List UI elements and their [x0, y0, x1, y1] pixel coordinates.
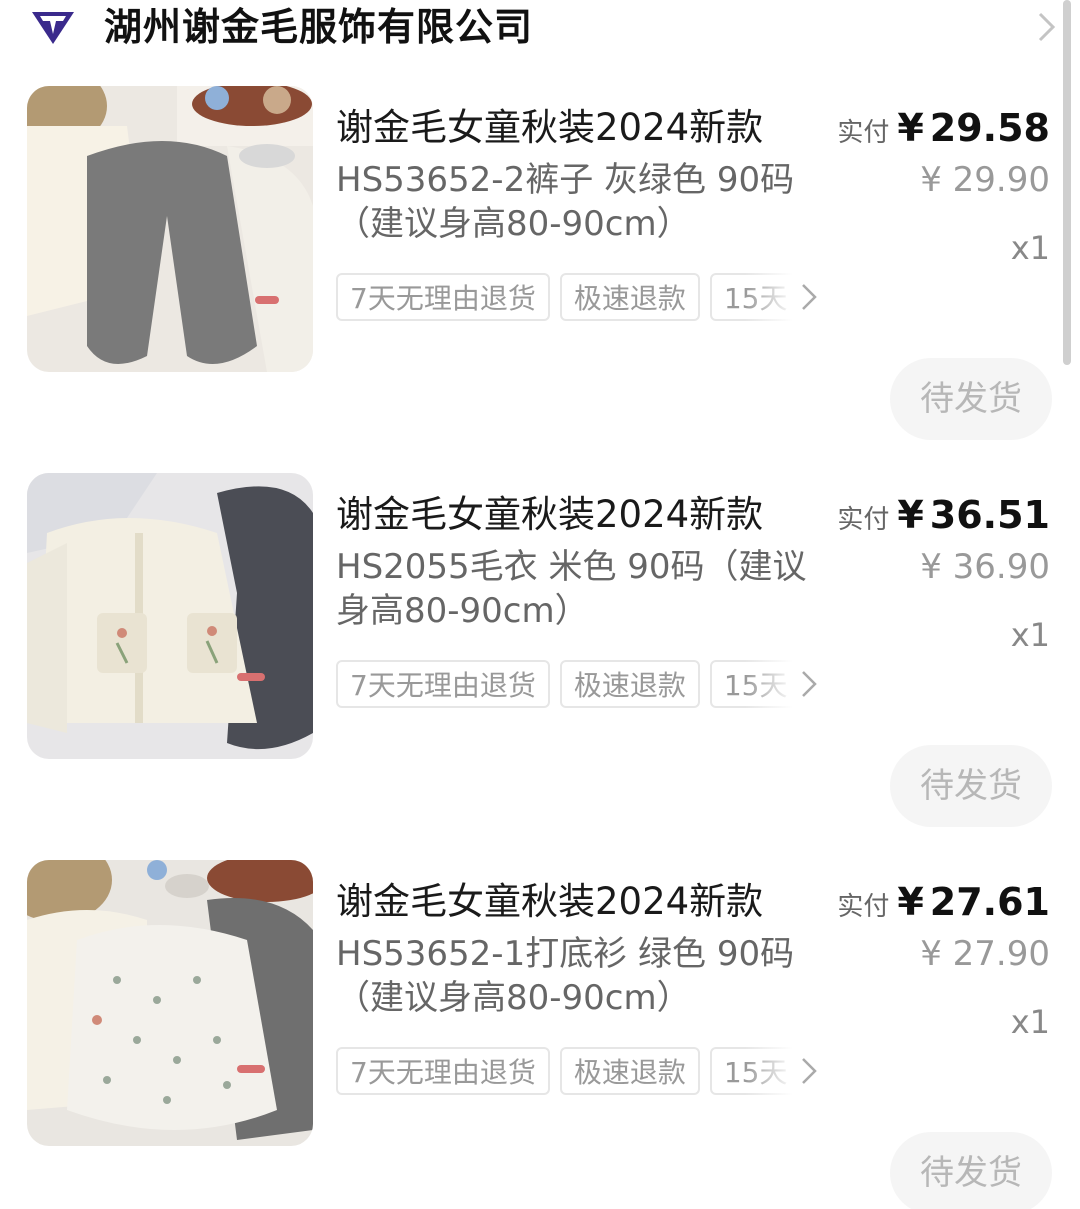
product-thumbnail[interactable] — [27, 86, 313, 372]
order-item[interactable]: 谢金毛女童秋装2024新款 HS2055毛衣 米色 90码（建议身高80-90c… — [0, 473, 1080, 853]
status-button[interactable]: 待发货 — [890, 745, 1052, 827]
tag-7day-return: 7天无理由退货 — [336, 660, 550, 708]
paid-price: 实付 ¥29.58 — [837, 102, 1050, 162]
paid-amount: 36.51 — [929, 493, 1050, 537]
original-price: ¥ 29.90 — [920, 160, 1050, 200]
tag-fast-refund: 极速退款 — [559, 1047, 700, 1095]
status-button[interactable]: 待发货 — [890, 1132, 1052, 1209]
original-price: ¥ 36.90 — [920, 547, 1050, 587]
tag-fast-refund: 极速退款 — [559, 660, 700, 708]
quantity: x1 — [1010, 229, 1050, 267]
quantity: x1 — [1010, 1003, 1050, 1041]
order-item[interactable]: 谢金毛女童秋装2024新款 HS53652-2裤子 灰绿色 90码（建议身高80… — [0, 86, 1080, 466]
chevron-right-icon[interactable] — [1036, 10, 1058, 44]
tag-7day-return: 7天无理由退货 — [336, 1047, 550, 1095]
product-thumbnail[interactable] — [27, 473, 313, 759]
currency-symbol: ¥ — [897, 106, 924, 150]
diamond-t-logo-icon — [32, 12, 74, 44]
paid-amount: 29.58 — [929, 106, 1050, 150]
paid-label: 实付 — [837, 505, 890, 535]
product-title[interactable]: 谢金毛女童秋装2024新款 — [336, 876, 763, 928]
original-price: ¥ 27.90 — [920, 934, 1050, 974]
product-title[interactable]: 谢金毛女童秋装2024新款 — [336, 489, 763, 541]
product-title[interactable]: 谢金毛女童秋装2024新款 — [336, 102, 763, 154]
paid-label: 实付 — [837, 118, 890, 148]
paid-price: 实付 ¥27.61 — [837, 876, 1050, 936]
chevron-right-icon[interactable] — [800, 669, 818, 699]
store-name: 湖州谢金毛服饰有限公司 — [104, 5, 534, 49]
chevron-right-icon[interactable] — [800, 1056, 818, 1086]
chevron-right-icon[interactable] — [800, 282, 818, 312]
paid-amount: 27.61 — [929, 880, 1050, 924]
paid-price: 实付 ¥36.51 — [837, 489, 1050, 549]
store-header[interactable]: 湖州谢金毛服饰有限公司 — [0, 0, 1080, 56]
paid-label: 实付 — [837, 892, 890, 922]
tag-7day-return: 7天无理由退货 — [336, 273, 550, 321]
order-detail-page: 湖州谢金毛服饰有限公司 谢金毛女童秋装2024新款 HS53652-2裤子 灰绿… — [0, 0, 1080, 1209]
product-spec: HS53652-2裤子 灰绿色 90码（建议身高80-90cm） — [336, 160, 795, 244]
status-button[interactable]: 待发货 — [890, 358, 1052, 440]
product-thumbnail[interactable] — [27, 860, 313, 1146]
order-item[interactable]: 谢金毛女童秋装2024新款 HS53652-1打底衫 绿色 90码（建议身高80… — [0, 860, 1080, 1209]
tag-fast-refund: 极速退款 — [559, 273, 700, 321]
currency-symbol: ¥ — [897, 493, 924, 537]
product-spec: HS53652-1打底衫 绿色 90码（建议身高80-90cm） — [336, 934, 795, 1018]
quantity: x1 — [1010, 616, 1050, 654]
currency-symbol: ¥ — [897, 880, 924, 924]
product-spec: HS2055毛衣 米色 90码（建议身高80-90cm） — [336, 547, 807, 631]
